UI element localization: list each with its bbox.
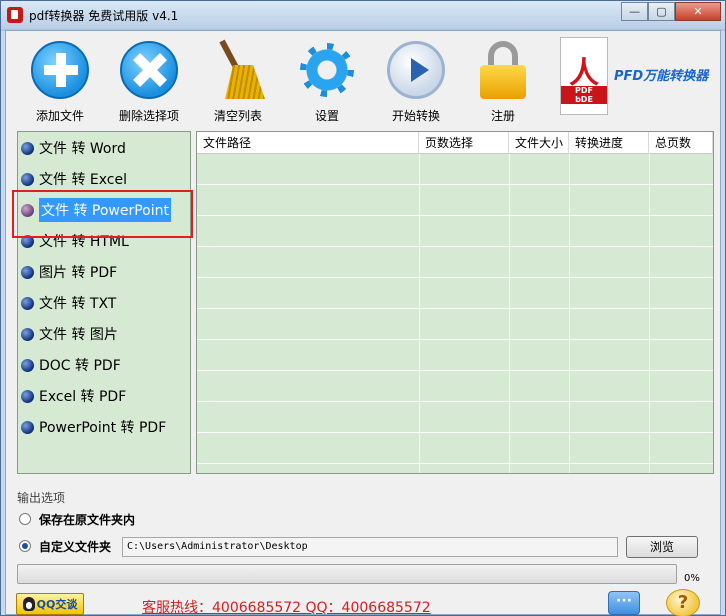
sidebar-item-excel-to-pdf[interactable]: Excel 转 PDF — [21, 385, 126, 407]
app-window: pdf转换器 免费试用版 v4.1 — ▢ ✕ 添加文件 删除选择项 清空列表 — [0, 0, 726, 616]
settings-button[interactable]: 设置 — [285, 41, 369, 124]
qq-penguin-icon — [22, 597, 35, 611]
footer: QQ交谈 客服热线：4006685572 QQ：4006685572 ··· ? — [6, 589, 720, 616]
sidebar-item-label: 文件 转 TXT — [39, 296, 117, 312]
sidebar-item-label: 文件 转 Word — [39, 141, 126, 157]
sidebar-item-file-to-image[interactable]: 文件 转 图片 — [21, 323, 118, 345]
custom-folder-label: 自定义文件夹 — [39, 539, 112, 554]
conversion-progress-bar — [17, 564, 677, 584]
radio-button[interactable] — [19, 513, 31, 525]
x-circle-icon — [120, 41, 178, 99]
progress-percent: 0% — [684, 573, 700, 584]
output-path-input[interactable]: C:\Users\Administrator\Desktop — [122, 537, 618, 557]
column-divider — [569, 154, 570, 473]
column-header-total-pages[interactable]: 总页数 — [649, 132, 713, 154]
app-logo-icon — [7, 7, 23, 23]
window-title: pdf转换器 免费试用版 v4.1 — [29, 9, 179, 23]
radio-dot-icon — [21, 358, 34, 372]
file-table[interactable]: 文件路径 页数选择 文件大小 转换进度 总页数 — [196, 131, 714, 474]
sidebar-item-label: 图片 转 PDF — [39, 265, 118, 281]
column-header-progress[interactable]: 转换进度 — [569, 132, 649, 154]
sidebar-item-powerpoint-to-pdf[interactable]: PowerPoint 转 PDF — [21, 416, 166, 438]
sidebar-item-label: 文件 转 图片 — [39, 327, 118, 343]
column-header-file-size[interactable]: 文件大小 — [509, 132, 569, 154]
column-divider — [509, 154, 510, 473]
lock-icon — [474, 41, 532, 99]
sidebar-item-file-to-word[interactable]: 文件 转 Word — [21, 137, 126, 159]
start-convert-button[interactable]: 开始转换 — [374, 41, 458, 124]
conversion-type-list: 文件 转 Word 文件 转 Excel 文件 转 PowerPoint 文件 … — [17, 131, 191, 474]
save-original-folder-label: 保存在原文件夹内 — [39, 512, 136, 527]
save-original-folder-option[interactable]: 保存在原文件夹内 — [19, 511, 135, 527]
radio-button-checked[interactable] — [19, 540, 31, 552]
sidebar-item-label: Excel 转 PDF — [39, 389, 127, 405]
radio-dot-icon — [21, 141, 34, 155]
qq-chat-button[interactable]: QQ交谈 — [16, 593, 84, 615]
radio-dot-icon — [21, 172, 34, 186]
sidebar-item-label: DOC 转 PDF — [39, 358, 121, 374]
chat-bubble-icon[interactable]: ··· — [608, 591, 640, 615]
sidebar-item-doc-to-pdf[interactable]: DOC 转 PDF — [21, 354, 121, 376]
brand-text: PFD万能转换器 — [614, 69, 709, 84]
toolbar: 添加文件 删除选择项 清空列表 设置 开始转换 注册 人 PDF bDE PFD… — [6, 31, 720, 131]
output-options-title: 输出选项 — [17, 491, 66, 505]
plus-circle-icon — [31, 41, 89, 99]
clear-list-button[interactable]: 清空列表 — [196, 39, 280, 124]
remove-selected-button[interactable]: 删除选择项 — [107, 41, 191, 124]
brand-logo: 人 PDF bDE PFD万能转换器 — [558, 37, 718, 119]
register-button[interactable]: 注册 — [461, 41, 545, 124]
column-header-page-selection[interactable]: 页数选择 — [419, 132, 509, 154]
help-icon[interactable]: ? — [666, 589, 700, 616]
radio-dot-icon — [21, 420, 34, 434]
radio-dot-icon — [21, 327, 34, 341]
radio-dot-icon — [21, 265, 34, 279]
qq-chat-label: QQ交谈 — [36, 598, 78, 611]
radio-dot-icon — [21, 296, 34, 310]
pdf-document-icon: 人 PDF bDE — [560, 37, 608, 115]
radio-dot-icon — [21, 389, 34, 403]
title-bar[interactable]: pdf转换器 免费试用版 v4.1 — ▢ ✕ — [1, 1, 725, 29]
client-area: 添加文件 删除选择项 清空列表 设置 开始转换 注册 人 PDF bDE PFD… — [5, 30, 721, 616]
window-controls: — ▢ ✕ — [621, 2, 721, 21]
custom-folder-option[interactable]: 自定义文件夹 — [19, 538, 111, 554]
browse-button[interactable]: 浏览 — [626, 536, 698, 558]
remove-selected-label: 删除选择项 — [118, 109, 179, 123]
column-header-file-path[interactable]: 文件路径 — [197, 132, 419, 154]
column-divider — [419, 154, 420, 473]
gear-icon — [298, 41, 356, 99]
add-file-button[interactable]: 添加文件 — [18, 41, 102, 124]
sidebar-item-image-to-pdf[interactable]: 图片 转 PDF — [21, 261, 117, 283]
table-header: 文件路径 页数选择 文件大小 转换进度 总页数 — [197, 132, 713, 154]
support-hotline-link[interactable]: 客服热线：4006685572 QQ：4006685572 — [142, 597, 431, 616]
settings-label: 设置 — [314, 109, 339, 123]
register-label: 注册 — [490, 109, 515, 123]
close-button[interactable]: ✕ — [675, 2, 721, 21]
column-divider — [649, 154, 650, 473]
highlight-annotation-box — [12, 190, 193, 238]
maximize-button[interactable]: ▢ — [648, 2, 675, 21]
sidebar-item-file-to-txt[interactable]: 文件 转 TXT — [21, 292, 116, 314]
minimize-button[interactable]: — — [621, 2, 648, 21]
sidebar-item-label: 文件 转 Excel — [39, 172, 127, 188]
sidebar-item-label: PowerPoint 转 PDF — [39, 420, 167, 436]
broom-icon — [209, 39, 267, 99]
add-file-label: 添加文件 — [35, 109, 84, 123]
table-body — [197, 154, 713, 473]
play-icon — [387, 41, 445, 99]
sidebar-item-file-to-excel[interactable]: 文件 转 Excel — [21, 168, 127, 190]
clear-list-label: 清空列表 — [213, 109, 262, 123]
start-convert-label: 开始转换 — [391, 109, 440, 123]
